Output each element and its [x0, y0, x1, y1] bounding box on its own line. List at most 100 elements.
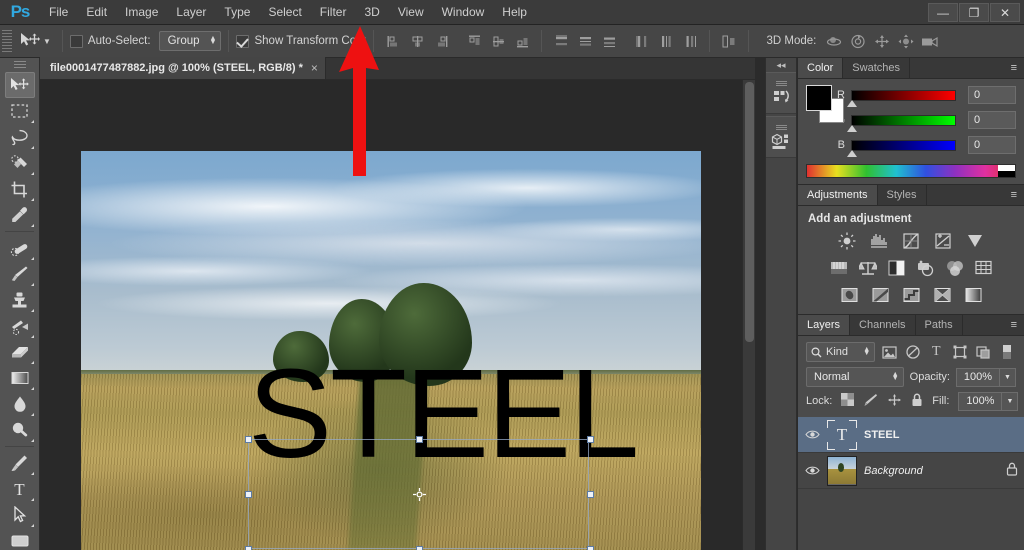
threshold-icon[interactable]	[901, 285, 921, 305]
move-tool[interactable]	[4, 72, 35, 98]
photo-filter-icon[interactable]	[916, 258, 936, 278]
filter-type-icon[interactable]: T	[927, 342, 945, 362]
tools-panel-grip[interactable]	[13, 61, 26, 70]
slider-r[interactable]	[847, 89, 956, 107]
3d-orbit-icon[interactable]	[822, 30, 846, 52]
brightness-contrast-icon[interactable]	[837, 231, 857, 251]
menu-3d[interactable]: 3D	[355, 0, 388, 25]
filter-shape-icon[interactable]	[951, 342, 969, 362]
color-balance-icon[interactable]	[858, 258, 878, 278]
rectangle-tool[interactable]	[5, 528, 35, 550]
gradient-map-icon[interactable]	[963, 285, 983, 305]
layer-name-steel[interactable]: STEEL	[864, 429, 899, 441]
minimize-button[interactable]: —	[928, 3, 958, 22]
tab-adjustments[interactable]: Adjustments	[798, 185, 878, 205]
3d-camera-icon[interactable]	[918, 30, 942, 52]
document-tab-close-icon[interactable]: ×	[311, 61, 318, 75]
lock-transparent-pixels-icon[interactable]	[841, 393, 855, 409]
layers-panel-menu-icon[interactable]: ≡	[1004, 315, 1024, 335]
value-b[interactable]: 0	[968, 136, 1016, 154]
distribute-vertical-centers-icon[interactable]	[574, 30, 596, 52]
tab-layers[interactable]: Layers	[798, 315, 851, 335]
menu-window[interactable]: Window	[433, 0, 494, 25]
restore-button[interactable]: ❐	[959, 3, 989, 22]
layer-thumbnail-background[interactable]	[827, 455, 857, 486]
transform-reference-point-icon[interactable]	[413, 488, 426, 501]
filter-adjustment-icon[interactable]	[904, 342, 922, 362]
transform-handle-top-right[interactable]	[587, 436, 594, 443]
transform-bounding-box[interactable]	[245, 436, 594, 550]
invert-icon[interactable]	[839, 285, 859, 305]
adjustments-panel-menu-icon[interactable]: ≡	[1004, 185, 1024, 205]
layer-visibility-toggle-background[interactable]	[804, 465, 820, 476]
distribute-left-edges-icon[interactable]	[631, 30, 653, 52]
value-g[interactable]: 0	[968, 111, 1016, 129]
rectangular-marquee-tool[interactable]	[5, 98, 35, 124]
color-lookup-icon[interactable]	[974, 258, 994, 278]
properties-panel-button[interactable]	[766, 116, 796, 158]
opacity-dropdown-arrow-icon[interactable]: ▼	[1000, 367, 1016, 387]
hue-saturation-icon[interactable]	[829, 258, 849, 278]
3d-pan-icon[interactable]	[870, 30, 894, 52]
chevron-updown-icon[interactable]: ▲ ▼	[892, 371, 899, 382]
slider-g-knob[interactable]	[847, 124, 857, 132]
pen-tool[interactable]	[5, 450, 35, 476]
distribute-bottom-edges-icon[interactable]	[598, 30, 620, 52]
horizontal-type-tool[interactable]: T	[5, 476, 35, 502]
eyedropper-tool[interactable]	[5, 202, 35, 228]
layer-thumbnail-steel[interactable]: T	[827, 419, 857, 450]
filter-pixel-icon[interactable]	[880, 342, 898, 362]
eraser-tool[interactable]	[5, 339, 35, 365]
options-bar-grip[interactable]	[2, 30, 12, 52]
auto-select-checkbox[interactable]	[69, 34, 83, 48]
layer-visibility-toggle-steel[interactable]	[804, 429, 820, 440]
align-right-edges-icon[interactable]	[430, 30, 452, 52]
3d-roll-icon[interactable]	[846, 30, 870, 52]
curves-icon[interactable]	[901, 231, 921, 251]
transform-handle-top-center[interactable]	[416, 436, 423, 443]
menu-select[interactable]: Select	[259, 0, 310, 25]
canvas-vertical-scrollbar[interactable]	[742, 80, 755, 550]
document-tab[interactable]: file0001477487882.jpg @ 100% (STEEL, RGB…	[40, 57, 326, 79]
lock-position-icon[interactable]	[887, 393, 902, 410]
exposure-icon[interactable]	[933, 231, 953, 251]
chevron-updown-icon[interactable]: ▲ ▼	[863, 346, 870, 357]
menu-file[interactable]: File	[40, 0, 77, 25]
close-button[interactable]: ✕	[990, 3, 1020, 22]
menu-filter[interactable]: Filter	[311, 0, 356, 25]
slider-b-knob[interactable]	[847, 149, 857, 157]
slider-r-knob[interactable]	[847, 99, 857, 107]
transform-handle-top-left[interactable]	[245, 436, 252, 443]
distribute-top-edges-icon[interactable]	[550, 30, 572, 52]
menu-edit[interactable]: Edit	[77, 0, 116, 25]
spot-healing-brush-tool[interactable]	[5, 235, 35, 261]
fill-dropdown-arrow-icon[interactable]: ▼	[1002, 391, 1019, 411]
transform-handle-bottom-right[interactable]	[587, 546, 594, 550]
color-panel-menu-icon[interactable]: ≡	[1004, 58, 1024, 78]
clone-stamp-tool[interactable]	[5, 287, 35, 313]
document-image[interactable]: STEEL	[81, 151, 701, 550]
menu-view[interactable]: View	[389, 0, 433, 25]
auto-align-layers-icon[interactable]	[718, 30, 740, 52]
show-transform-controls-checkbox[interactable]	[236, 34, 250, 48]
transform-handle-bottom-left[interactable]	[245, 546, 252, 550]
transform-handle-middle-left[interactable]	[245, 491, 252, 498]
levels-icon[interactable]	[869, 231, 889, 251]
brush-tool[interactable]	[5, 261, 35, 287]
opacity-value[interactable]: 100%	[956, 367, 1000, 387]
distribute-horizontal-centers-icon[interactable]	[655, 30, 677, 52]
history-panel-button[interactable]	[766, 72, 796, 114]
align-top-edges-icon[interactable]	[463, 30, 485, 52]
tab-color[interactable]: Color	[798, 58, 844, 78]
gradient-tool[interactable]	[5, 365, 35, 391]
layer-row-background[interactable]: Background	[798, 453, 1024, 489]
selective-color-icon[interactable]	[932, 285, 952, 305]
blur-tool[interactable]	[5, 391, 35, 417]
posterize-icon[interactable]	[870, 285, 890, 305]
filter-enable-toggle[interactable]	[998, 342, 1016, 362]
tab-paths[interactable]: Paths	[916, 315, 963, 335]
black-white-icon[interactable]	[887, 258, 907, 278]
align-horizontal-centers-icon[interactable]	[406, 30, 428, 52]
crop-tool[interactable]	[5, 176, 35, 202]
menu-image[interactable]: Image	[116, 0, 167, 25]
